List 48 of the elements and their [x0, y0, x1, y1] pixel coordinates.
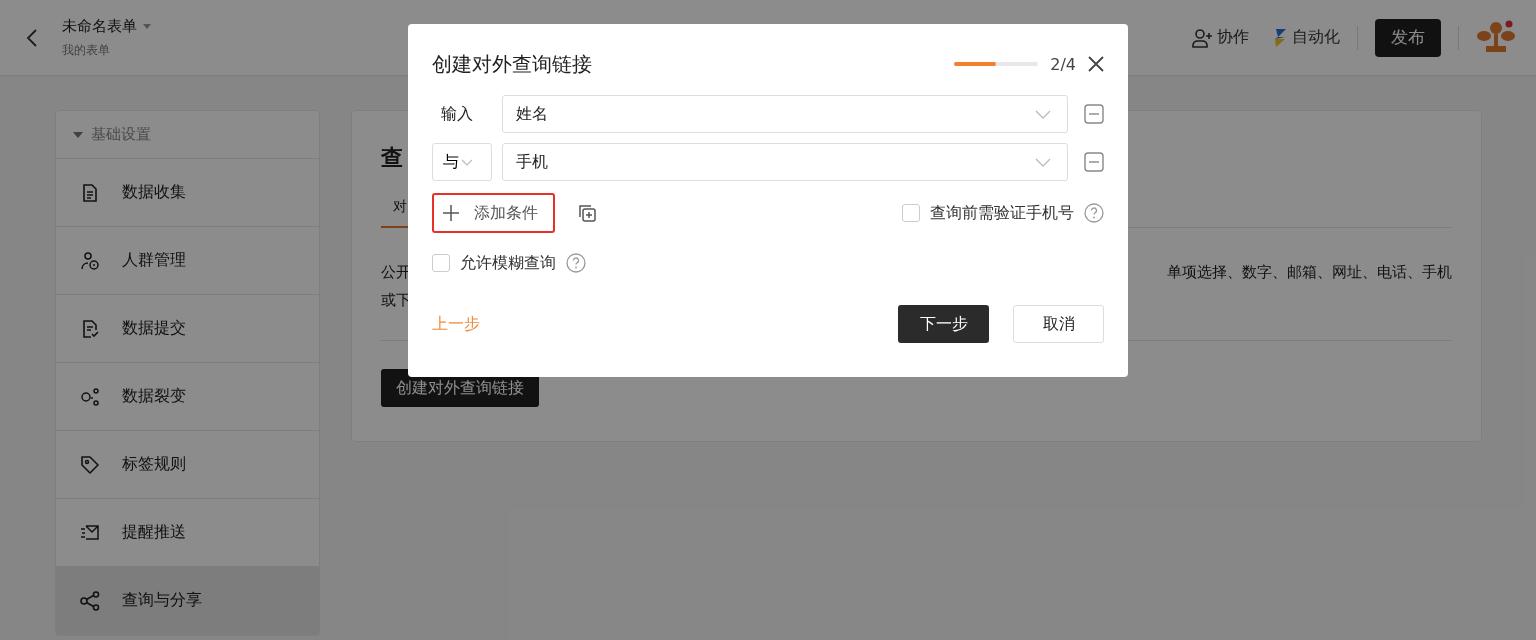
operator-select[interactable]: 与 — [432, 143, 492, 181]
form-title[interactable]: 未命名表单 — [62, 16, 137, 36]
chevron-down-icon — [1035, 109, 1051, 119]
sidebar-item[interactable]: 数据收集 — [56, 159, 319, 227]
field-select[interactable]: 姓名 — [502, 95, 1068, 133]
add-user-icon — [1192, 27, 1214, 48]
publish-button[interactable]: 发布 — [1375, 18, 1441, 57]
document-icon — [80, 182, 100, 203]
remove-icon[interactable] — [1084, 104, 1104, 124]
description-text: 或下 — [381, 290, 411, 311]
section-title: 查 — [381, 144, 403, 172]
tag-icon — [80, 454, 100, 475]
form-subtitle: 我的表单 — [62, 41, 111, 59]
cancel-button[interactable]: 取消 — [1013, 305, 1104, 343]
share-icon — [80, 590, 100, 611]
dialog-title: 创建对外查询链接 — [432, 50, 593, 78]
help-icon — [1084, 203, 1104, 223]
add-copy-icon[interactable] — [577, 203, 597, 223]
nodes-icon — [80, 386, 100, 407]
sidebar-item[interactable]: 标签规则 — [56, 431, 319, 499]
sidebar-item[interactable]: 数据提交 — [56, 295, 319, 363]
sidebar-item[interactable]: 查询与分享 — [56, 567, 319, 635]
document-check-icon — [80, 318, 100, 339]
checkbox-label: 允许模糊查询 — [460, 252, 556, 274]
mail-icon — [80, 522, 100, 543]
sidebar-item[interactable]: 数据裂变 — [56, 363, 319, 431]
help-icon — [566, 253, 586, 273]
description-text: 单项选择、数字、邮箱、网址、电话、手机 — [1167, 262, 1452, 283]
caret-icon[interactable] — [143, 23, 151, 29]
toolbar-link[interactable]: 协作 — [1217, 27, 1249, 48]
sidebar-item[interactable]: 人群管理 — [56, 227, 319, 295]
step-counter: 2/4 — [1050, 54, 1076, 74]
checkbox[interactable] — [902, 204, 920, 222]
condition-label: 输入 — [440, 103, 474, 125]
chevron-down-icon — [1035, 157, 1051, 167]
caret-down-icon[interactable] — [73, 131, 83, 138]
checkbox-label: 查询前需验证手机号 — [930, 202, 1074, 224]
field-select[interactable]: 手机 — [502, 143, 1068, 181]
description-text: 公开 — [381, 262, 411, 283]
remove-icon[interactable] — [1084, 152, 1104, 172]
toolbar-link[interactable]: 自动化 — [1292, 27, 1340, 48]
close-icon[interactable] — [1088, 56, 1104, 72]
chevron-down-icon — [461, 158, 473, 166]
person-icon — [80, 250, 100, 271]
add-condition-button[interactable]: 添加条件 — [432, 193, 555, 233]
next-button[interactable]: 下一步 — [898, 305, 989, 343]
checkbox[interactable] — [432, 254, 450, 272]
plus-icon — [442, 204, 460, 222]
